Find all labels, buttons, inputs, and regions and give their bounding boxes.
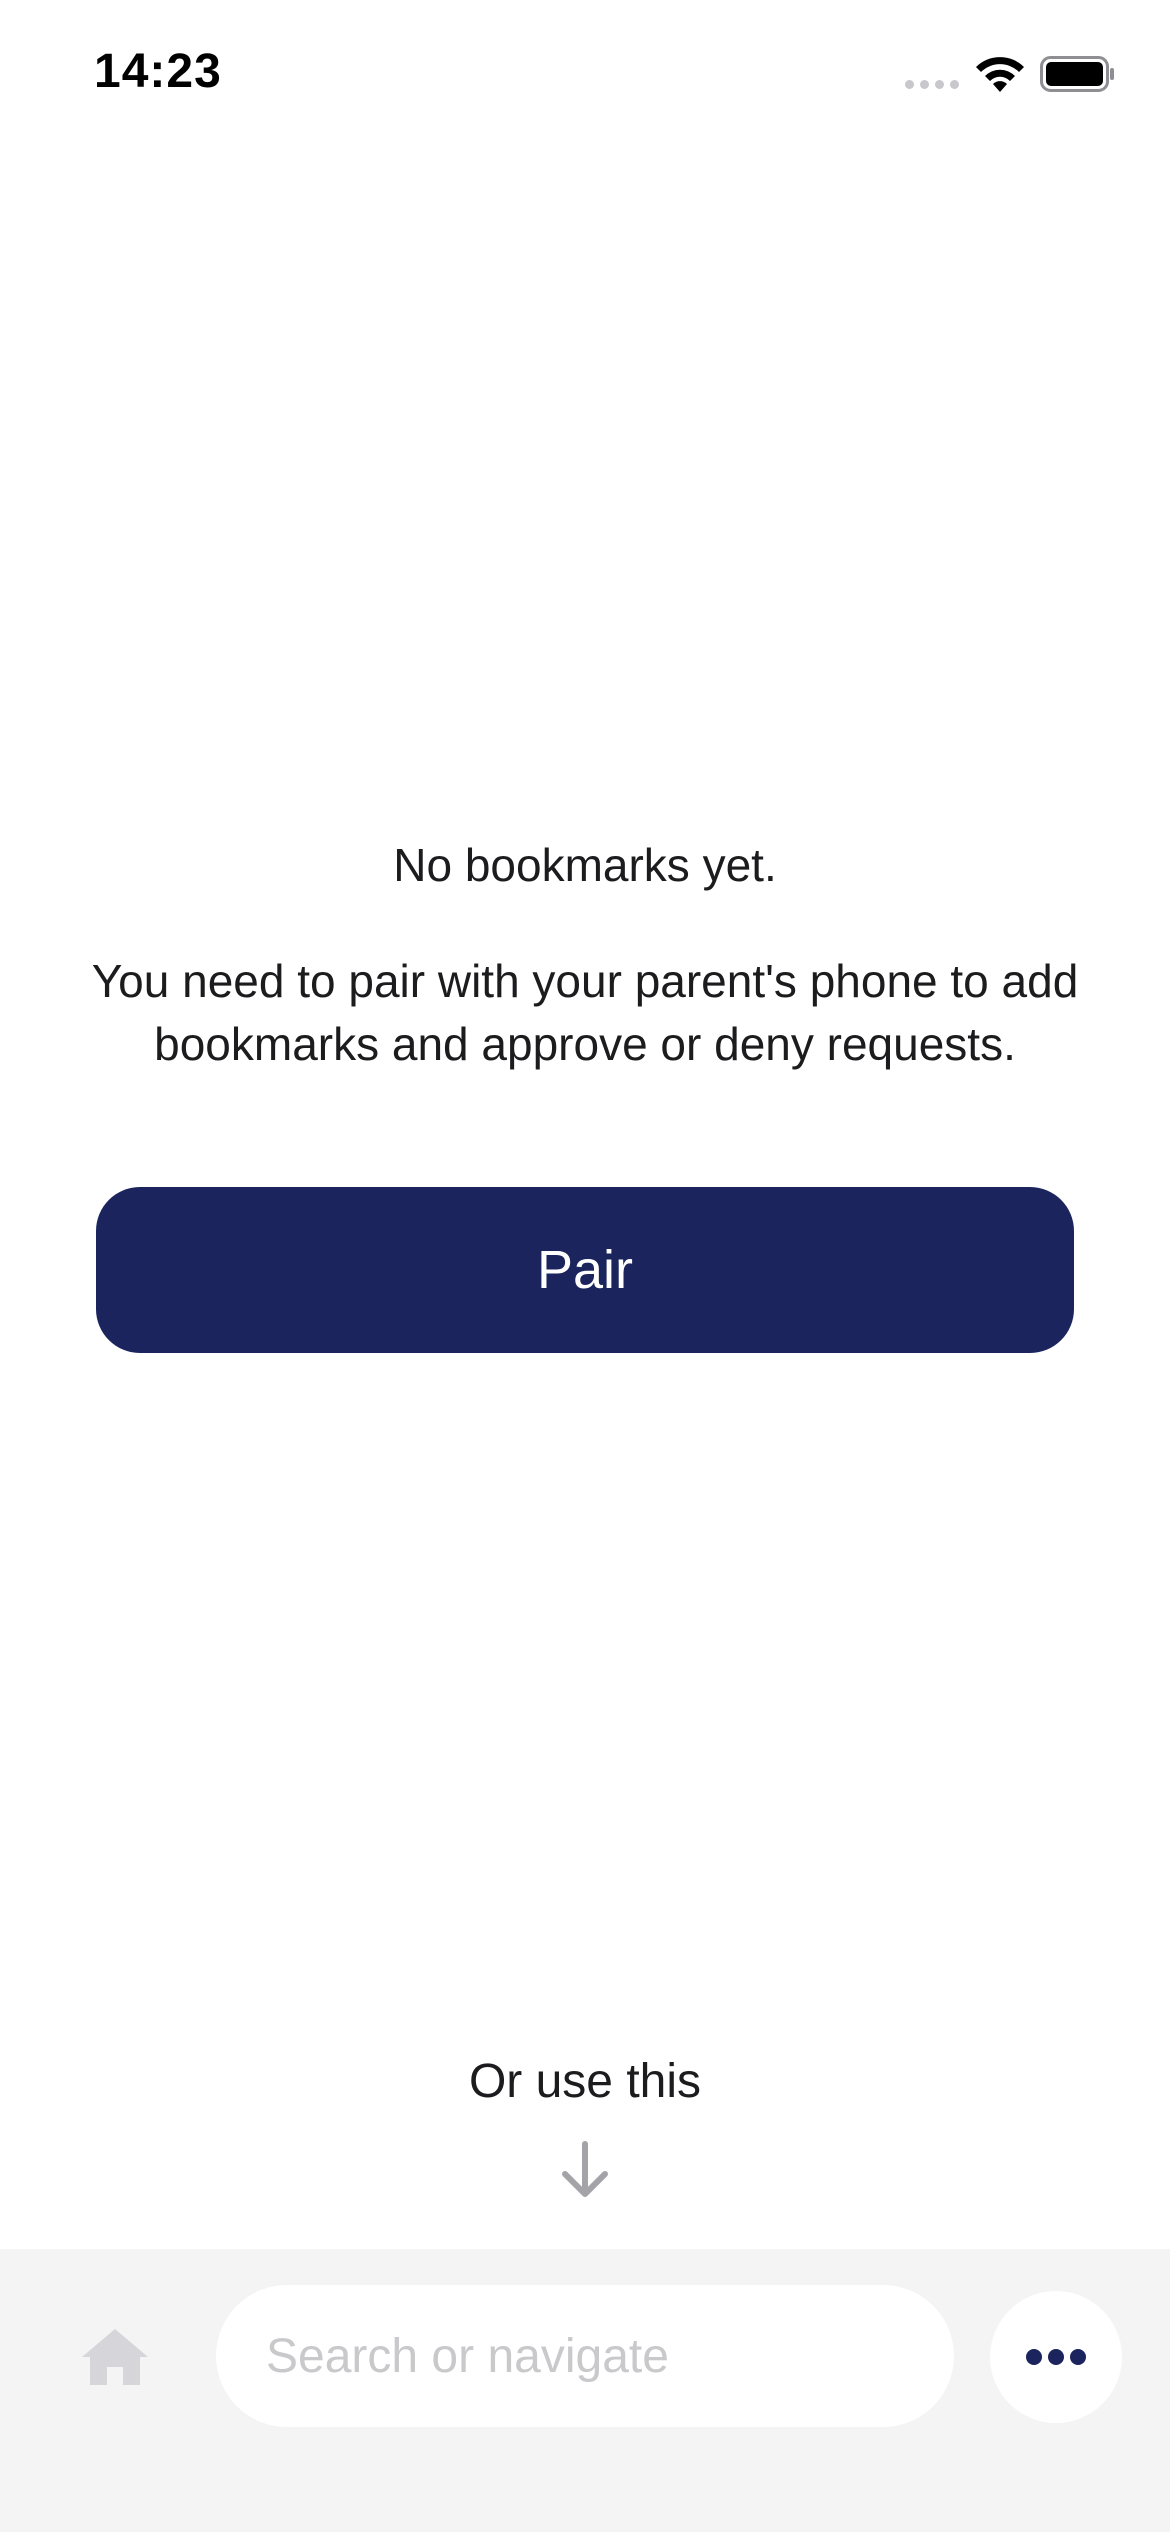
arrow-down-icon xyxy=(562,2141,608,2197)
empty-state-description: You need to pair with your parent's phon… xyxy=(91,955,1079,1070)
wifi-icon xyxy=(976,57,1024,92)
or-use-this-label: Or use this xyxy=(468,2055,702,2108)
search-input[interactable] xyxy=(216,2285,954,2427)
more-dots-icon xyxy=(1026,2349,1086,2365)
more-button[interactable] xyxy=(990,2291,1122,2423)
battery-icon xyxy=(1040,56,1114,92)
pair-button[interactable]: Pair xyxy=(96,1187,1074,1353)
status-bar: 14:23 xyxy=(0,0,1170,150)
status-time: 14:23 xyxy=(94,45,222,98)
empty-state-title: No bookmarks yet. xyxy=(393,839,777,891)
signal-dots-icon xyxy=(905,80,959,89)
bottom-toolbar xyxy=(0,2249,1170,2532)
home-icon[interactable] xyxy=(80,2325,150,2387)
